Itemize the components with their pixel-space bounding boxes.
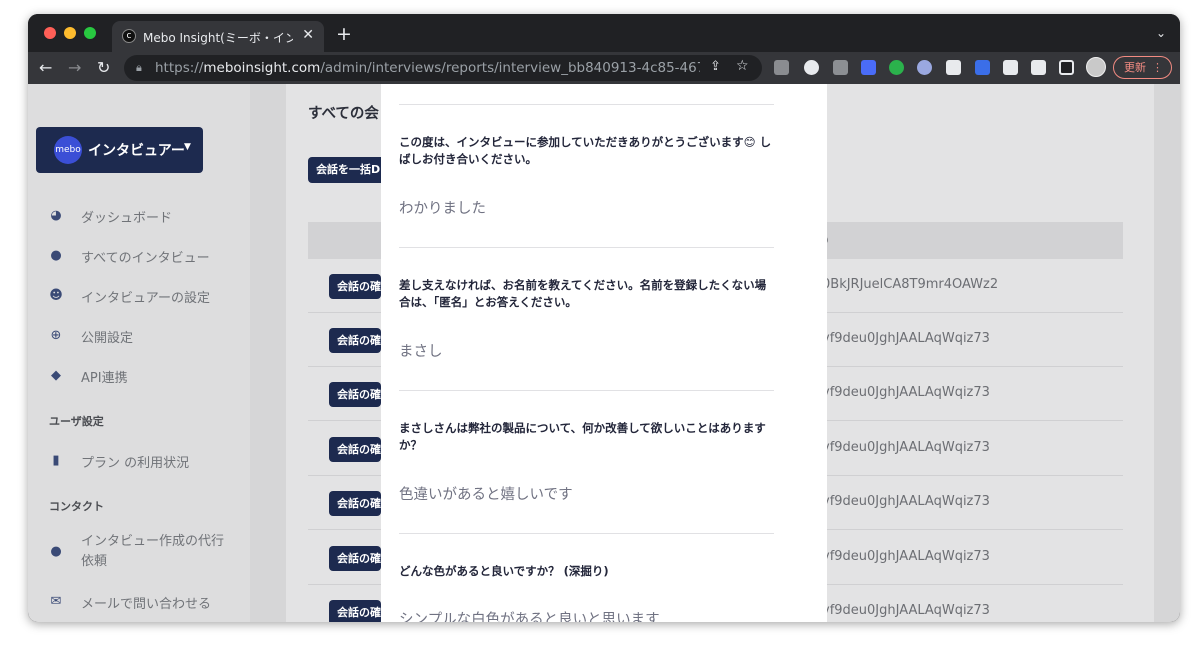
divider (399, 533, 774, 534)
sidebar-item-all-interviews[interactable]: ● すべてのインタビュー (48, 244, 238, 268)
conversation-modal[interactable]: この度は、インタビューに参加していただきありがとうございます😊 しばしお付き合い… (381, 84, 827, 622)
favicon-icon: c (122, 29, 136, 43)
answer-text: シンプルな白色があると良いと思います (399, 612, 660, 622)
sidebar: mebo インタビュアー ▼ ◕ ダッシュボード ● すべてのインタビュー ☻ … (28, 84, 250, 622)
pie-chart-icon: ◕ (50, 208, 62, 223)
row-id: vf9deu0JghJAALAqWqiz73 (822, 603, 990, 618)
answer-text: 色違いがあると嬉しいです (399, 487, 573, 503)
page-content: mebo インタビュアー ▼ ◕ ダッシュボード ● すべてのインタビュー ☻ … (28, 84, 1180, 622)
tab-title: Mebo Insight(ミーボ・インサイト (143, 31, 293, 45)
sidebar-item-plan[interactable]: ▮ プラン の利用状況 (48, 449, 238, 473)
extension-chat-icon[interactable] (774, 60, 789, 75)
row-id: vf9deu0JghJAALAqWqiz73 (822, 385, 990, 400)
section-heading-contact: コンタクト (49, 500, 104, 513)
url-host: meboinsight.com (203, 60, 321, 76)
interviewer-switch-button[interactable]: mebo インタビュアー ▼ (36, 127, 203, 173)
sidebar-item-mail-contact[interactable]: ✉ メールで問い合わせる (48, 590, 238, 614)
answer-text: まさし (399, 344, 443, 360)
reload-icon[interactable]: ↻ (97, 58, 110, 77)
row-id: vf9deu0JghJAALAqWqiz73 (822, 440, 990, 455)
sidebar-item-label: ダッシュボード (81, 211, 173, 226)
view-conversation-button[interactable]: 会話の確認 (329, 491, 381, 516)
extension-shield-icon[interactable] (975, 60, 990, 75)
sidebar-item-dashboard[interactable]: ◕ ダッシュボード (48, 204, 238, 228)
divider (399, 390, 774, 391)
divider (399, 104, 774, 105)
side-panel-icon[interactable] (1059, 60, 1074, 75)
row-id: 0BkJRJuelCA8T9mr4OAWz2 (822, 277, 999, 292)
section-heading-user-settings: ユーザ設定 (49, 415, 104, 428)
address-bar[interactable]: 🔒︎ https://meboinsight.com/admin/intervi… (124, 55, 762, 81)
bar-chart-icon: ▮ (52, 453, 60, 468)
view-conversation-button[interactable]: 会話の確認 (329, 600, 381, 622)
browser-tab[interactable]: c Mebo Insight(ミーボ・インサイト ✕ (112, 21, 324, 52)
divider (399, 247, 774, 248)
view-conversation-button[interactable]: 会話の確認 (329, 328, 381, 353)
extension-facebook-icon[interactable] (833, 60, 848, 75)
extension-zoom-icon[interactable] (861, 60, 876, 75)
view-conversation-button[interactable]: 会話の確認 (329, 437, 381, 462)
sidebar-item-label: インタビュアーの設定 (81, 291, 210, 306)
sidebar-item-label: API連携 (81, 371, 128, 386)
question-text: どんな色があると良いですか？ (深掘り) (399, 564, 609, 578)
sidebar-item-label: すべてのインタビュー (81, 251, 210, 266)
tab-strip: c Mebo Insight(ミーボ・インサイト ✕ + ⌄ (28, 14, 1180, 52)
forward-arrow-icon[interactable]: → (68, 58, 81, 77)
mebo-logo: mebo (54, 136, 82, 164)
chat-bubble-icon: ● (50, 248, 62, 263)
extension-doc-icon[interactable] (946, 60, 961, 75)
mail-icon: ✉ (50, 594, 62, 609)
answer-text: わかりました (399, 201, 486, 217)
new-tab-button[interactable]: + (336, 23, 352, 45)
lock-icon[interactable]: 🔒︎ (136, 61, 142, 75)
globe-icon: ⊕ (50, 328, 62, 343)
extension-green-icon[interactable] (889, 60, 904, 75)
view-conversation-button[interactable]: 会話の確認 (329, 274, 381, 299)
maximize-window-button[interactable] (84, 27, 96, 39)
extension-notion-icon[interactable] (1003, 60, 1018, 75)
chat-bubble-icon: ● (50, 544, 62, 559)
sidebar-item-api[interactable]: ◆ API連携 (48, 364, 238, 388)
back-arrow-icon[interactable]: ← (39, 58, 52, 77)
interviewer-label: インタビュアー (88, 143, 185, 159)
tab-search-chevron-icon[interactable]: ⌄ (1156, 26, 1166, 40)
extension-circle-icon[interactable] (804, 60, 819, 75)
profile-avatar[interactable] (1086, 57, 1106, 77)
more-menu-icon[interactable]: ⋮ (1152, 57, 1163, 78)
sidebar-item-label: メールで問い合わせる (81, 597, 212, 612)
sidebar-item-publish-settings[interactable]: ⊕ 公開設定 (48, 324, 238, 348)
sidebar-item-label: インタビュー作成の代行 依頼 (81, 534, 225, 569)
extension-blue-circle-icon[interactable] (917, 60, 932, 75)
sidebar-item-label: プラン の利用状況 (81, 456, 190, 471)
update-label: 更新 (1124, 61, 1146, 74)
url-path: /admin/interviews/reports/interview_bb84… (320, 60, 700, 76)
question-text: この度は、インタビューに参加していただきありがとうございます😊 しばしお付き合い… (399, 135, 772, 166)
question-text: 差し支えなければ、お名前を教えてください。名前を登録したくない場合は、「匿名」と… (399, 278, 767, 309)
browser-window: c Mebo Insight(ミーボ・インサイト ✕ + ⌄ ← → ↻ 🔒︎ … (28, 14, 1180, 622)
browser-toolbar: ← → ↻ 🔒︎ https://meboinsight.com/admin/i… (28, 52, 1180, 84)
close-tab-icon[interactable]: ✕ (302, 27, 314, 43)
row-id: vf9deu0JghJAALAqWqiz73 (822, 549, 990, 564)
cube-icon: ◆ (51, 368, 61, 383)
close-window-button[interactable] (44, 27, 56, 39)
sidebar-item-interview-agency[interactable]: ● インタビュー作成の代行 依頼 (48, 532, 238, 572)
share-icon[interactable]: ⇪ (710, 59, 721, 74)
view-conversation-button[interactable]: 会話の確認 (329, 382, 381, 407)
minimize-window-button[interactable] (64, 27, 76, 39)
url-scheme: https:// (155, 60, 204, 76)
row-id: vf9deu0JghJAALAqWqiz73 (822, 331, 990, 346)
extensions-puzzle-icon[interactable] (1031, 60, 1046, 75)
view-conversation-button[interactable]: 会話の確認 (329, 546, 381, 571)
update-button[interactable]: 更新 ⋮ (1113, 56, 1172, 79)
smiley-icon: ☻ (49, 288, 63, 303)
bookmark-star-icon[interactable]: ☆ (736, 58, 749, 74)
bulk-download-button[interactable]: 会話を一括DL (308, 157, 388, 183)
url-text[interactable]: https://meboinsight.com/admin/interviews… (155, 60, 700, 76)
sidebar-item-label: 公開設定 (81, 331, 134, 346)
sidebar-item-interviewer-settings[interactable]: ☻ インタビュアーの設定 (48, 284, 238, 308)
row-id: vf9deu0JghJAALAqWqiz73 (822, 494, 990, 509)
page-title: すべての会 (308, 106, 379, 122)
caret-down-icon: ▼ (184, 142, 191, 152)
question-text: まさしさんは弊社の製品について、何か改善して欲しいことはありますか？ (399, 421, 766, 452)
